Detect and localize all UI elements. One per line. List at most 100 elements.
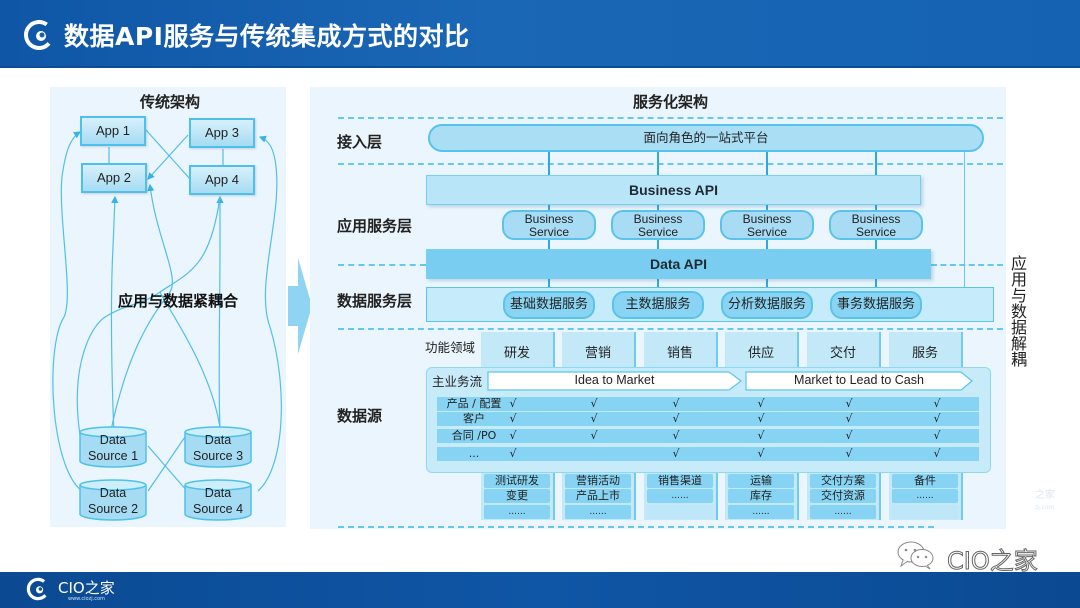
data-service-master: 主数据服务 [612,291,704,319]
sub-domain-item: 运输 [728,474,794,488]
function-domain-label-item: 营销 [584,346,611,361]
slide-header: 数据API服务与传统集成方式的对比 [0,0,1080,68]
faint-watermark: 之家 zj.com [1035,490,1055,514]
sub-domain-item: ...... [728,505,794,519]
function-domain-label-item: 供应 [747,346,774,361]
decouple-connector-line [964,152,965,287]
decouple-label: 应用与数据解耦 [1010,254,1027,369]
flow-market-to-cash: Market to Lead to Cash [745,371,973,391]
check-mark-icon: √ [509,412,517,425]
business-service-1: Business Service [502,210,596,240]
check-mark-icon: √ [672,397,680,410]
check-mark-icon: √ [672,412,680,425]
sub-domain-item: 产品上市 [565,489,631,503]
data-source-3-cylinder: Data Source 3 [184,426,252,468]
link-ds2-app1 [52,131,83,492]
service-architecture-title: 服务化架构 [633,93,709,111]
wechat-icon [897,541,934,570]
data-api-bar: Data API [426,249,931,279]
sub-domain-item [892,505,958,519]
layer-divider [338,264,426,266]
data-source-1-line2: Source 1 [87,449,139,463]
function-domain-label-item: 研发 [503,346,530,361]
check-mark-icon: √ [509,429,517,442]
sub-domain-item: 营销活动 [565,474,631,488]
link-ds1-app2 [110,195,119,436]
check-mark-icon: √ [845,397,853,410]
check-mark-icon: √ [933,447,941,460]
layer-divider [338,526,934,528]
business-service-4: Business Service [829,210,923,240]
slide-footer: CIO之家 www.ciozj.com [0,572,1080,608]
link-ds3-ds2 [147,433,188,492]
check-mark-icon: √ [509,447,517,460]
data-source-1-line1: Data [99,433,127,447]
flow-idea-to-market: Idea to Market [487,371,742,391]
check-mark-icon: √ [757,447,765,460]
sub-domain-item: 变更 [484,489,550,503]
footer-url: www.ciozj.com [68,596,105,602]
sub-domain-item [647,505,713,519]
business-service-2: Business Service [611,210,705,240]
sub-domain-item: 销售渠道 [647,474,713,488]
layer-label-data-source: 数据源 [337,407,383,425]
link-ds3-app4 [216,195,224,428]
business-service-3: Business Service [720,210,814,240]
wechat-watermark: CIO之家 [895,540,1055,576]
data-service-basic: 基础数据服务 [503,291,595,319]
data-service-transaction: 事务数据服务 [830,291,922,319]
business-service-1-line2: Service [528,225,569,239]
check-mark-icon: √ [757,397,765,410]
footer-brand: CIO之家 [58,579,115,597]
sub-domain-item: ...... [647,489,713,503]
data-source-1-cylinder: Data Source 1 [79,426,147,468]
function-domain-label-item: 销售 [666,346,693,361]
check-mark-icon: √ [933,397,941,410]
check-mark-icon: √ [845,447,853,460]
page-title: 数据API服务与传统集成方式的对比 [64,22,470,51]
link-app3-app2 [147,134,189,180]
one-stop-platform-bar: 面向角色的一站式平台 [428,124,984,152]
matrix-row-label: 合同 /PO [451,429,497,442]
data-source-2-cylinder: Data Source 2 [79,479,147,521]
layer-label-data-service: 数据服务层 [337,292,413,310]
layer-divider [931,264,1003,266]
business-service-2-line2: Service [637,225,678,239]
sub-domain-item: 库存 [728,489,794,503]
data-source-4-line1: Data [204,486,232,500]
transition-arrow-icon [288,258,312,354]
data-service-analytics: 分析数据服务 [721,291,813,319]
check-mark-icon: √ [590,397,598,410]
layer-divider [338,163,1003,165]
data-source-3-line2: Source 3 [192,449,244,463]
faint-watermark-line2: zj.com [1035,504,1055,511]
sub-domain-item: 备件 [892,474,958,488]
link-app1-app4 [145,129,191,180]
layer-divider [338,328,1003,330]
app-3-box: App 3 [189,118,255,148]
sub-domain-item: ...... [565,505,631,519]
business-api-bar: Business API [426,175,921,205]
watermark-text: CIO之家 [947,547,1039,576]
app-4-box: App 4 [189,165,255,195]
main-business-flow-label: 主业务流 [432,374,483,389]
check-mark-icon: √ [933,429,941,442]
cio-swirl-logo-icon [24,20,54,50]
sub-domain-item: 交付资源 [810,489,876,503]
sub-domain-item: ...... [892,489,958,503]
flow-market-to-cash-label: Market to Lead to Cash [794,373,924,387]
check-mark-icon: √ [845,412,853,425]
matrix-row-label: 产品 / 配置 [446,397,502,410]
check-mark-icon: √ [590,412,598,425]
cio-swirl-logo-icon [26,577,50,601]
check-mark-icon: √ [757,429,765,442]
business-service-4-line2: Service [855,225,896,239]
sub-domain-item: 测试研发 [484,474,550,488]
link-ds1-ds4 [147,445,188,492]
flow-idea-to-market-label: Idea to Market [574,373,655,387]
faint-watermark-line1: 之家 [1035,490,1055,501]
check-mark-icon: √ [509,397,517,410]
function-domain-label-item: 交付 [829,346,856,361]
sub-domain-item: ...... [484,505,550,519]
app-1-box: App 1 [80,116,146,146]
